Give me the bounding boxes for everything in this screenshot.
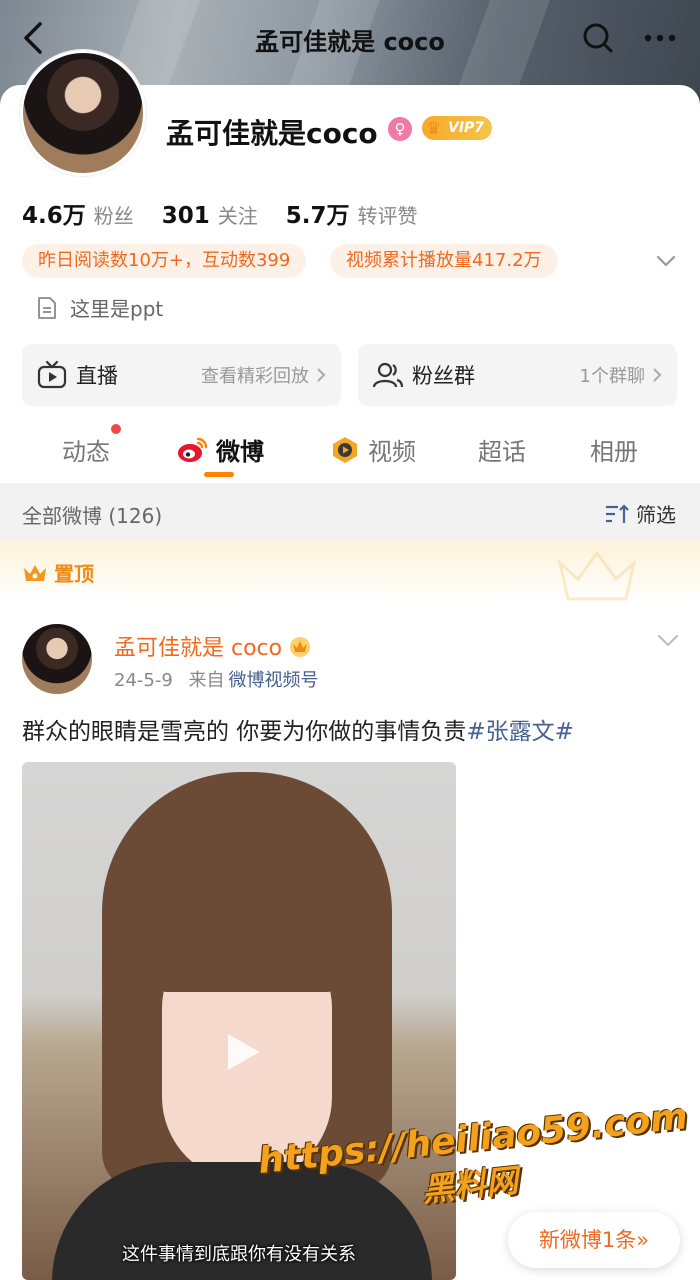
stat-label: 关注 [217, 204, 258, 228]
crown-icon [290, 637, 311, 657]
crown-icon: ♛ [426, 119, 442, 139]
tab-album[interactable]: 相册 [590, 432, 638, 467]
tab-video[interactable]: 视频 [330, 432, 416, 467]
video-channel-icon [333, 436, 357, 463]
female-gender-icon: ♀ [388, 117, 412, 141]
notification-dot [111, 424, 121, 434]
chevron-right-icon [653, 368, 662, 382]
active-tab-indicator [204, 472, 234, 477]
post-date: 24-5-9 [114, 670, 173, 691]
tab-weibo-label: 微博 [216, 438, 264, 466]
profile-stats: 4.6万 粉丝 301 关注 5.7万 转评赞 [22, 196, 418, 230]
fans-group-title: 粉丝群 [412, 364, 475, 388]
live-subtitle: 查看精彩回放 [201, 366, 309, 387]
fans-group-subtitle: 1个群聊 [579, 366, 645, 387]
weibo-logo-icon [178, 437, 208, 462]
chevron-down-icon[interactable] [654, 250, 678, 272]
new-post-label: 新微博1条 [538, 1228, 637, 1252]
avatar[interactable] [20, 50, 146, 176]
tab-dynamics[interactable]: 动态 [62, 432, 110, 467]
pinned-header: 置顶 [0, 541, 700, 603]
post-topic-link[interactable]: #张露文# [466, 719, 574, 745]
live-title: 直播 [76, 364, 118, 388]
filter-icon [606, 503, 629, 523]
post-count: 全部微博 (126) [22, 504, 163, 528]
post-body: 群众的眼睛是雪亮的 你要为你做的事情负责 [22, 719, 467, 745]
filter-button[interactable]: 筛选 [604, 499, 676, 528]
stat-followers[interactable]: 4.6万 粉丝 [22, 196, 134, 230]
new-post-button[interactable]: 新微博1条» [508, 1212, 680, 1268]
filter-label: 筛选 [636, 503, 676, 527]
video-plays-pill[interactable]: 视频累计播放量417.2万 [330, 244, 558, 278]
description-text: 这里是ppt [70, 297, 164, 321]
filter-bar: 全部微博 (126) 筛选 [0, 483, 700, 541]
profile-name: 孟可佳就是coco [166, 117, 378, 150]
chevron-right-icon [317, 368, 326, 382]
more-options-icon[interactable] [640, 20, 680, 56]
video-frame-bangs [157, 912, 337, 992]
tab-weibo[interactable]: 微博 [176, 432, 264, 467]
stat-value: 301 [161, 203, 210, 229]
post-author-avatar[interactable] [22, 624, 92, 694]
post-from-prefix: 来自 [188, 670, 225, 691]
document-icon [38, 296, 56, 319]
post-author[interactable]: 孟可佳就是 coco [114, 630, 312, 662]
search-icon[interactable] [580, 20, 616, 56]
stat-value: 5.7万 [285, 203, 350, 229]
live-entry-button[interactable]: 直播 查看精彩回放 [22, 344, 341, 406]
fans-group-button[interactable]: 粉丝群 1个群聊 [358, 344, 677, 406]
post-meta: 24-5-9 来自 微博视频号 [114, 666, 319, 692]
crown-decoration-icon [557, 550, 637, 601]
users-icon [372, 362, 404, 388]
pinned-label-group: 置顶 [22, 558, 94, 587]
tv-icon [37, 360, 67, 389]
pinned-label: 置顶 [54, 562, 94, 586]
play-icon[interactable] [220, 1030, 264, 1074]
stat-label: 转评赞 [357, 204, 418, 228]
profile-description: 这里是ppt [36, 293, 163, 322]
tab-video-label: 视频 [368, 438, 416, 466]
stat-following[interactable]: 301 关注 [162, 200, 258, 229]
tab-super-topic[interactable]: 超话 [478, 432, 526, 467]
post-source[interactable]: 微博视频号 [229, 670, 319, 691]
profile-tabs: 动态 微博 视频 超话 相册 [0, 418, 700, 482]
reads-pill[interactable]: 昨日阅读数10万+，互动数399 [22, 244, 307, 278]
stat-label: 粉丝 [93, 204, 134, 228]
chevron-down-icon[interactable] [656, 632, 680, 650]
post-text: 群众的眼睛是雪亮的 你要为你做的事情负责#张露文# [22, 712, 574, 746]
double-chevron-down-icon: » [636, 1228, 650, 1252]
vip-label: VIP7 [448, 120, 485, 136]
stat-interactions[interactable]: 5.7万 转评赞 [286, 196, 418, 230]
stat-value: 4.6万 [22, 203, 86, 229]
vip-badge[interactable]: ♛ VIP7 [422, 116, 493, 140]
post-author-name: 孟可佳就是 coco [114, 636, 283, 661]
crown-icon [24, 564, 46, 581]
